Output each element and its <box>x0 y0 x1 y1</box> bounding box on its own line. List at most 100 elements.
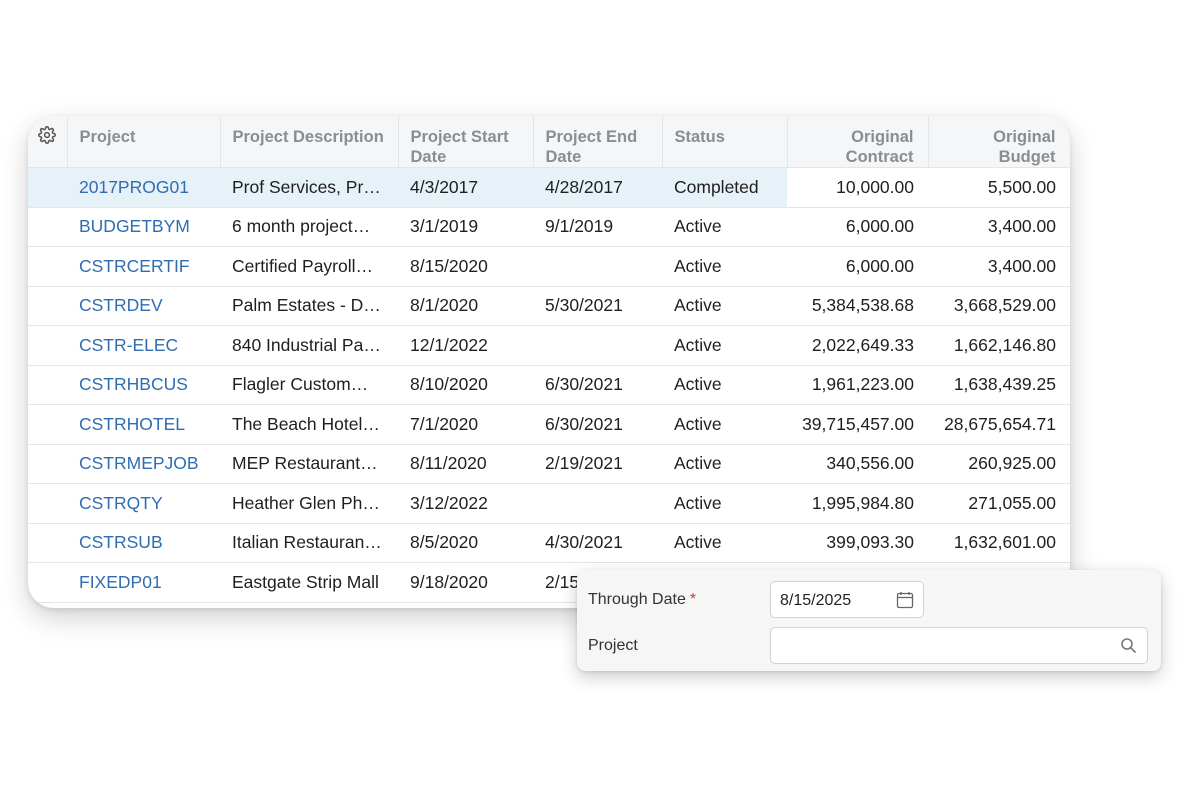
cell-description: Prof Services, Pr… <box>220 167 398 208</box>
cell-contract: 5,384,538.68 <box>787 286 928 326</box>
cell-status: Active <box>662 325 787 366</box>
cell-status: Completed <box>662 167 787 208</box>
cell-end: 6/30/2021 <box>533 365 662 405</box>
column-header-project[interactable]: Project <box>67 116 221 168</box>
table-row[interactable]: BUDGETBYM 6 month project… 3/1/2019 9/1/201… <box>28 207 1070 247</box>
gear-icon <box>28 126 67 144</box>
column-header-original-contract[interactable]: Original Contract <box>787 116 929 168</box>
cell-project[interactable]: CSTRQTY <box>67 483 220 524</box>
table-row[interactable]: CSTRHBCUS Flagler Custom… 8/10/2020 6/30/20… <box>28 365 1070 405</box>
cell-description: 840 Industrial Pa… <box>220 325 398 366</box>
cell-project[interactable]: CSTRDEV <box>67 286 220 326</box>
cell-description: Palm Estates - D… <box>220 286 398 326</box>
column-header-original-budget[interactable]: Original Budget <box>928 116 1070 168</box>
cell-description: MEP Restaurant… <box>220 444 398 484</box>
cell-status: Active <box>662 365 787 405</box>
row-spacer-cell <box>28 167 67 208</box>
cell-project[interactable]: CSTRMEPJOB <box>67 444 220 484</box>
column-header-end-date[interactable]: Project End Date <box>533 116 663 168</box>
cell-project[interactable]: CSTRHBCUS <box>67 365 220 405</box>
row-spacer-cell <box>28 404 67 445</box>
cell-end: 4/30/2021 <box>533 523 662 563</box>
cell-contract: 340,556.00 <box>787 444 928 484</box>
cell-budget: 271,055.00 <box>928 483 1070 524</box>
row-spacer-cell <box>28 444 67 484</box>
cell-contract: 1,995,984.80 <box>787 483 928 524</box>
row-spacer-cell <box>28 286 67 326</box>
cell-start: 3/1/2019 <box>398 207 533 247</box>
table-row[interactable]: CSTRQTY Heather Glen Ph… 3/12/2022 Active 1,… <box>28 483 1070 524</box>
calendar-icon[interactable] <box>896 591 914 614</box>
row-spacer-cell <box>28 246 67 287</box>
row-spacer-cell <box>28 523 67 563</box>
cell-contract: 6,000.00 <box>787 246 928 287</box>
cell-end: 5/30/2021 <box>533 286 662 326</box>
row-spacer-cell <box>28 483 67 524</box>
cell-budget: 1,632,601.00 <box>928 523 1070 563</box>
search-icon[interactable] <box>1120 637 1137 659</box>
project-search-input[interactable] <box>779 634 1103 660</box>
through-date-value: 8/15/2025 <box>780 592 852 609</box>
cell-budget: 260,925.00 <box>928 444 1070 484</box>
cell-start: 4/3/2017 <box>398 167 533 208</box>
cell-project[interactable]: CSTRHOTEL <box>67 404 220 445</box>
cell-status: Active <box>662 483 787 524</box>
cell-project[interactable]: 2017PROG01 <box>67 167 220 208</box>
table-row[interactable]: CSTRDEV Palm Estates - D… 8/1/2020 5/30/202… <box>28 286 1070 326</box>
cell-status: Active <box>662 286 787 326</box>
cell-project[interactable]: CSTRSUB <box>67 523 220 563</box>
table-row[interactable]: CSTRHOTEL The Beach Hotel… 7/1/2020 6/30/20… <box>28 404 1070 445</box>
required-marker: * <box>689 591 697 608</box>
cell-contract: 6,000.00 <box>787 207 928 247</box>
column-settings-button[interactable] <box>28 116 68 168</box>
cell-start: 12/1/2022 <box>398 325 533 366</box>
table-row[interactable]: CSTRSUB Italian Restauran… 8/5/2020 4/30/20… <box>28 523 1070 563</box>
row-spacer-cell <box>28 562 67 603</box>
filter-panel: Through Date * 8/15/2025 Project <box>577 570 1161 671</box>
cell-budget: 5,500.00 <box>928 167 1070 208</box>
row-spacer-cell <box>28 325 67 366</box>
table-row[interactable]: 2017PROG01 Prof Services, Pr… 4/3/2017 4/28… <box>28 167 1070 208</box>
cell-contract: 2,022,649.33 <box>787 325 928 366</box>
through-date-label: Through Date * <box>588 591 696 609</box>
cell-start: 8/5/2020 <box>398 523 533 563</box>
table-row[interactable]: CSTRCERTIF Certified Payroll… 8/15/2020 Act… <box>28 246 1070 287</box>
cell-end: 4/28/2017 <box>533 167 662 208</box>
cell-contract: 10,000.00 <box>787 167 928 208</box>
cell-contract: 39,715,457.00 <box>787 404 928 445</box>
cell-start: 8/15/2020 <box>398 246 533 287</box>
cell-budget: 3,400.00 <box>928 246 1070 287</box>
cell-status: Active <box>662 444 787 484</box>
cell-status: Active <box>662 207 787 247</box>
cell-status: Active <box>662 404 787 445</box>
cell-start: 3/12/2022 <box>398 483 533 524</box>
cell-start: 8/10/2020 <box>398 365 533 405</box>
column-header-start-date[interactable]: Project Start Date <box>398 116 534 168</box>
projects-grid-card: Project Project Description Project Star… <box>28 116 1070 608</box>
cell-start: 9/18/2020 <box>398 562 533 603</box>
column-header-status[interactable]: Status <box>662 116 788 168</box>
cell-budget: 1,662,146.80 <box>928 325 1070 366</box>
cell-description: The Beach Hotel… <box>220 404 398 445</box>
cell-end <box>533 246 662 287</box>
project-selector-field[interactable] <box>770 627 1148 664</box>
column-header-description[interactable]: Project Description <box>220 116 399 168</box>
table-row[interactable]: CSTR-ELEC 840 Industrial Pa… 12/1/2022 Acti… <box>28 325 1070 366</box>
table-row[interactable]: CSTRMEPJOB MEP Restaurant… 8/11/2020 2/19/2… <box>28 444 1070 484</box>
cell-project[interactable]: CSTR-ELEC <box>67 325 220 366</box>
through-date-field[interactable]: 8/15/2025 <box>770 581 924 618</box>
cell-start: 8/1/2020 <box>398 286 533 326</box>
cell-description: 6 month project… <box>220 207 398 247</box>
cell-project[interactable]: CSTRCERTIF <box>67 246 220 287</box>
row-spacer-cell <box>28 365 67 405</box>
cell-project[interactable]: FIXEDP01 <box>67 562 220 603</box>
cell-contract: 1,961,223.00 <box>787 365 928 405</box>
table-header-row: Project Project Description Project Star… <box>28 116 1070 168</box>
cell-project[interactable]: BUDGETBYM <box>67 207 220 247</box>
cell-budget: 28,675,654.71 <box>928 404 1070 445</box>
cell-end: 2/19/2021 <box>533 444 662 484</box>
cell-description: Heather Glen Ph… <box>220 483 398 524</box>
cell-contract: 399,093.30 <box>787 523 928 563</box>
cell-end: 9/1/2019 <box>533 207 662 247</box>
cell-end <box>533 483 662 524</box>
